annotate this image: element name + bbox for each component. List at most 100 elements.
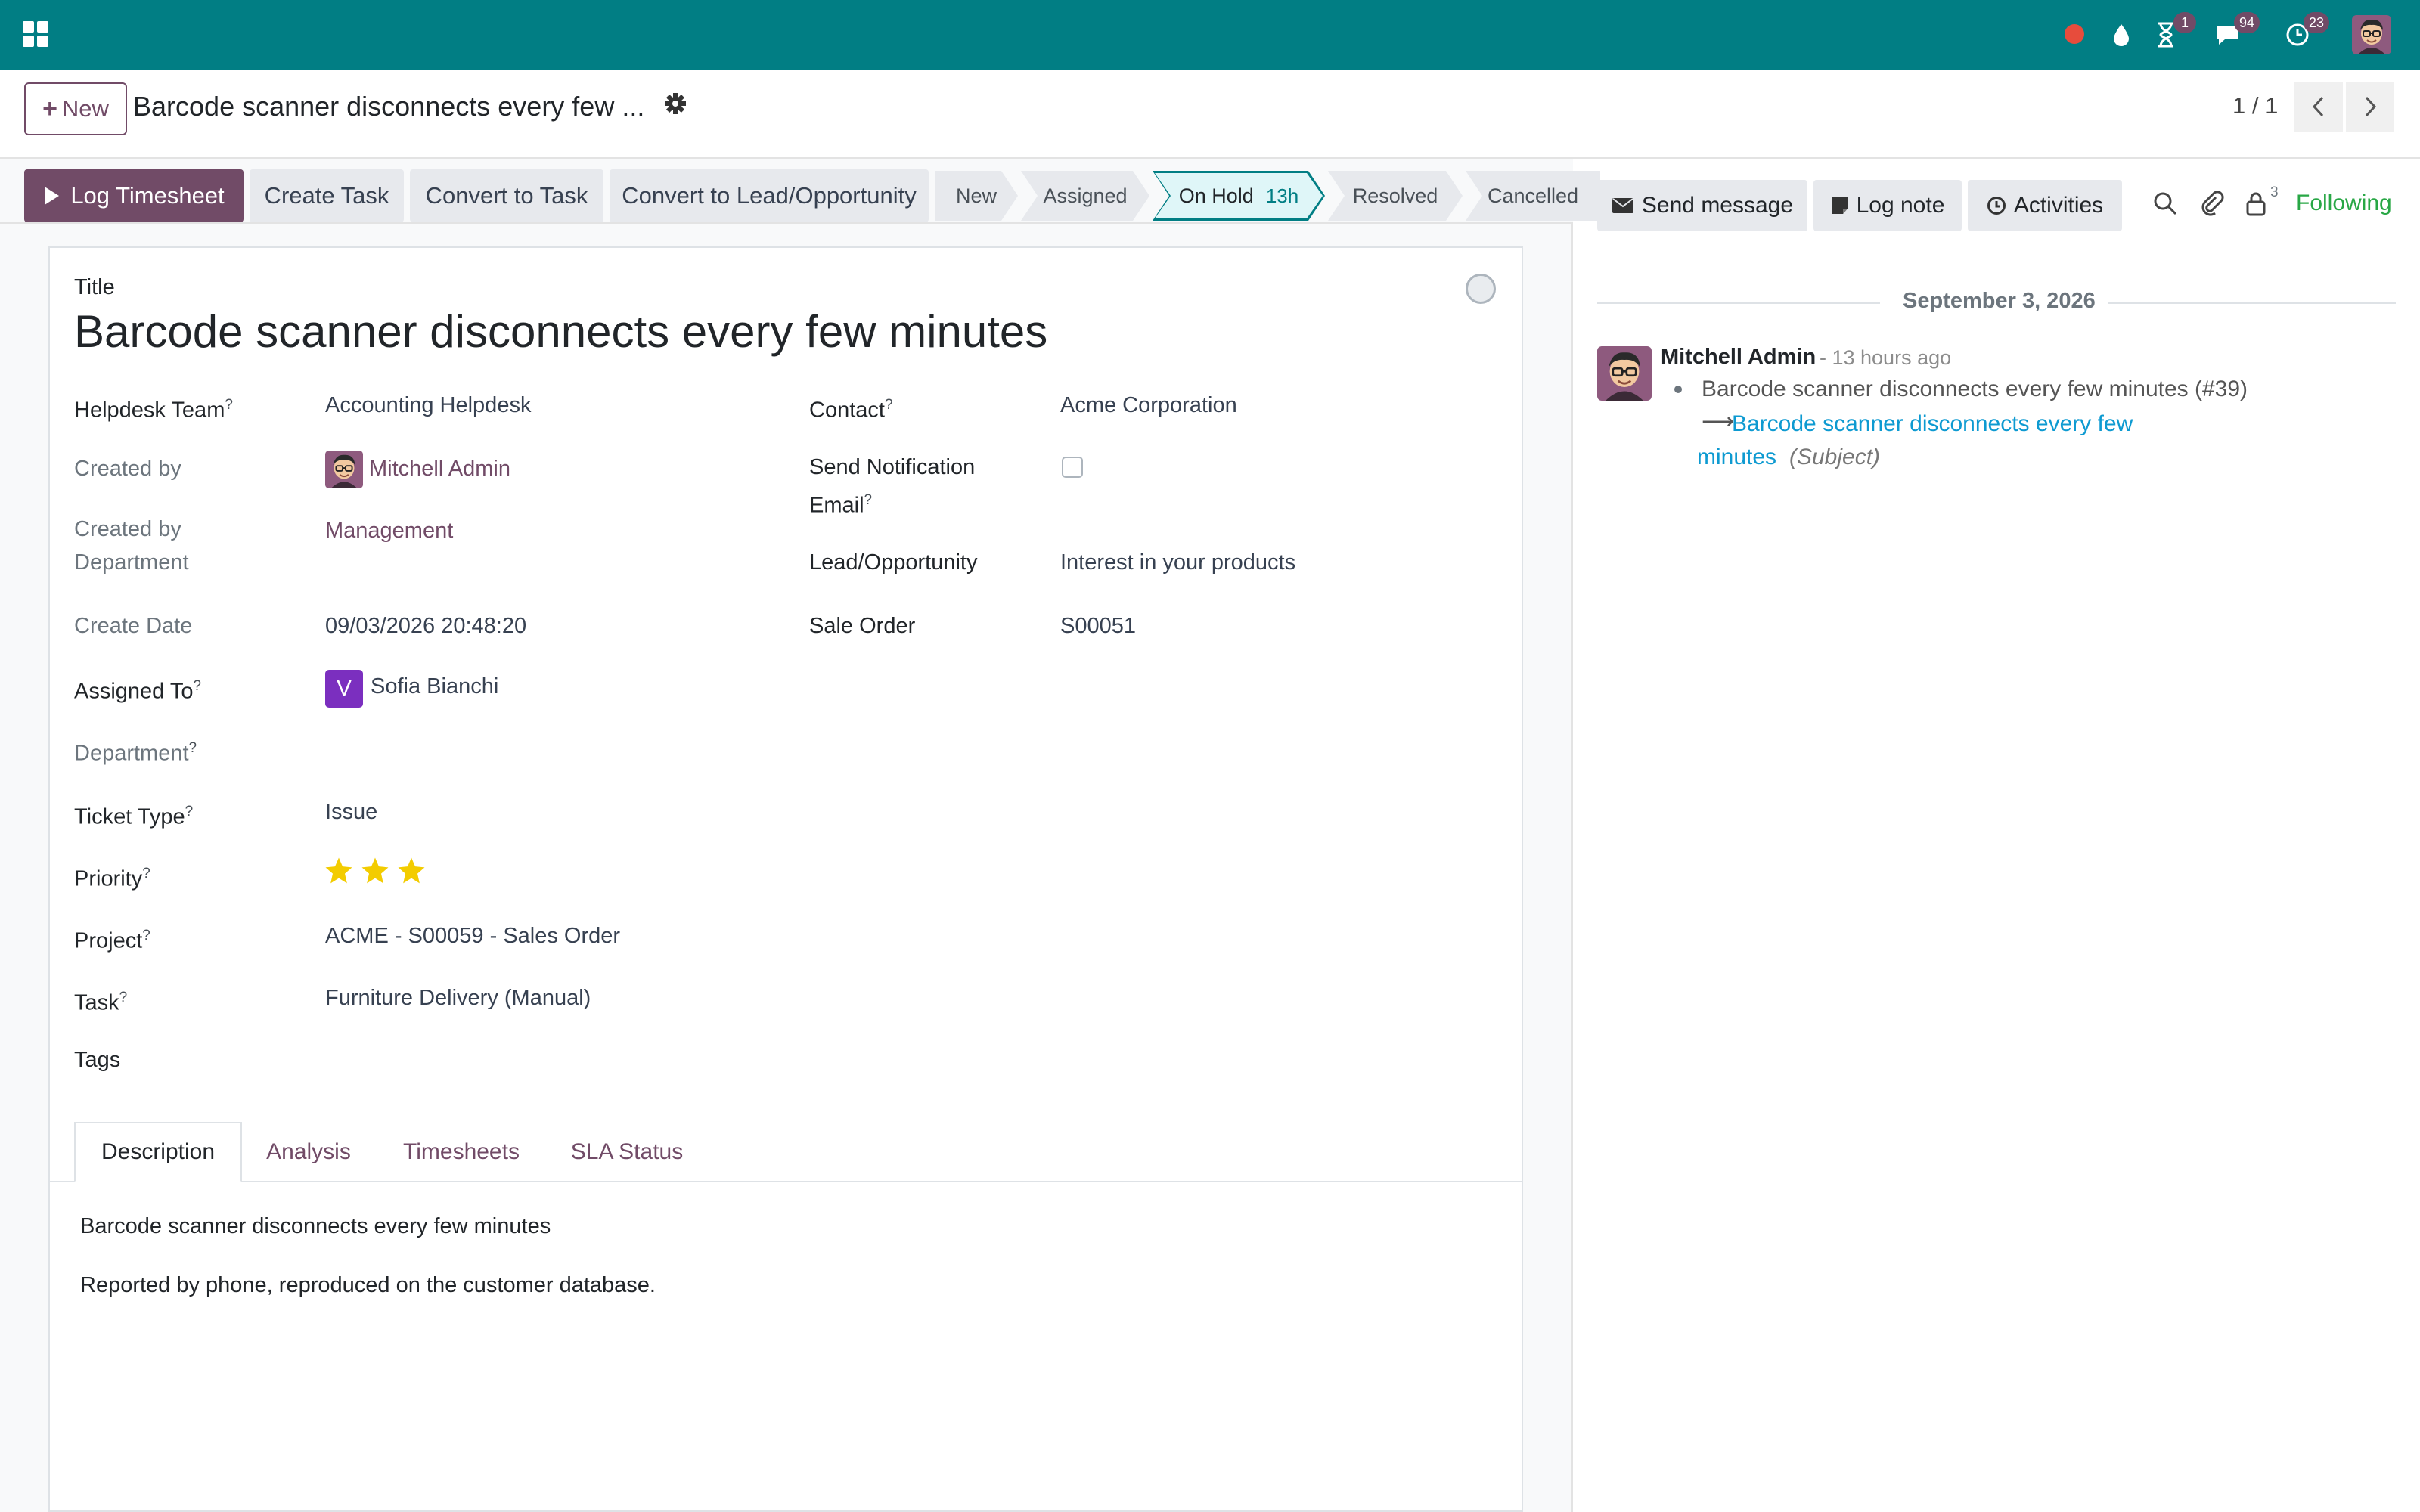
stage-resolved[interactable]: Resolved: [1328, 171, 1463, 221]
clock-badge: 23: [2303, 12, 2329, 33]
followers-count: 3: [2270, 184, 2279, 200]
status-bar: Log Timesheet Create Task Convert to Tas…: [0, 159, 1600, 224]
user-avatar[interactable]: [2352, 15, 2391, 54]
assigned-to-label: Assigned To?: [74, 678, 202, 704]
task-value[interactable]: Furniture Delivery (Manual): [325, 981, 591, 1015]
created-by-avatar: [325, 451, 363, 488]
record-icon[interactable]: [2065, 24, 2084, 44]
star-icon[interactable]: [396, 856, 427, 886]
envelope-icon: [1612, 198, 1634, 213]
new-button-label: New: [61, 95, 109, 122]
clock-icon[interactable]: 23: [2282, 12, 2329, 50]
lead-opportunity-label: Lead/Opportunity: [809, 550, 978, 575]
created-by-value[interactable]: Mitchell Admin: [369, 452, 510, 485]
stage-pipeline: New Assigned On Hold 13h Resolved Cancel…: [935, 171, 1603, 221]
description-line[interactable]: Reported by phone, reproduced on the cus…: [80, 1273, 656, 1298]
bullet: [1674, 386, 1682, 393]
project-label: Project?: [74, 928, 150, 953]
contact-value[interactable]: Acme Corporation: [1060, 389, 1237, 422]
assigned-to-avatar: V: [325, 670, 363, 708]
pager-value[interactable]: 1 / 1: [2232, 92, 2278, 119]
department-label: Department?: [74, 740, 197, 766]
stage-new[interactable]: New: [935, 171, 1018, 221]
create-date-value: 09/03/2026 20:48:20: [325, 614, 527, 638]
assigned-to-value[interactable]: Sofia Bianchi: [371, 670, 498, 703]
ticket-title[interactable]: Barcode scanner disconnects every few mi…: [74, 305, 1047, 358]
stage-on-hold[interactable]: On Hold 13h: [1153, 171, 1325, 221]
lead-opportunity-value[interactable]: Interest in your products: [1060, 546, 1295, 579]
description-line[interactable]: Barcode scanner disconnects every few mi…: [80, 1214, 551, 1239]
message-author[interactable]: Mitchell Admin: [1661, 345, 1816, 370]
following-button[interactable]: Following: [2296, 191, 2392, 216]
convert-to-lead-button[interactable]: Convert to Lead/Opportunity: [610, 169, 929, 222]
send-message-button[interactable]: Send message: [1597, 180, 1807, 231]
tags-label: Tags: [74, 1048, 121, 1072]
send-notification-label: Send Notification Email?: [809, 455, 976, 518]
hourglass-icon[interactable]: 1: [2152, 12, 2196, 50]
date-separator-line: [1597, 302, 1880, 304]
stage-duration: 13h: [1265, 184, 1299, 207]
ticket-type-label: Ticket Type?: [74, 804, 194, 829]
send-notification-checkbox[interactable]: [1062, 457, 1083, 478]
tab-sla-status[interactable]: SLA Status: [555, 1122, 699, 1182]
log-timesheet-button[interactable]: Log Timesheet: [24, 169, 244, 222]
breadcrumb-title: Barcode scanner disconnects every few ..…: [133, 91, 645, 122]
stage-on-hold-label: On Hold: [1178, 184, 1254, 207]
task-label: Task?: [74, 990, 128, 1015]
created-by-label: Created by: [74, 457, 182, 481]
created-by-department-value[interactable]: Management: [325, 514, 453, 547]
stage-assigned[interactable]: Assigned: [1021, 171, 1150, 221]
tab-description[interactable]: Description: [74, 1122, 242, 1182]
activities-label: Activities: [2013, 193, 2104, 218]
kanban-state-toggle[interactable]: [1466, 274, 1496, 304]
helpdesk-team-label: Helpdesk Team?: [74, 397, 233, 423]
paperclip-icon[interactable]: [2199, 191, 2226, 218]
grid-icon[interactable]: [23, 21, 48, 47]
create-task-button[interactable]: Create Task: [250, 169, 404, 222]
top-navbar: 1 94 23: [0, 0, 2420, 70]
star-icon[interactable]: [360, 856, 390, 886]
helpdesk-team-value[interactable]: Accounting Helpdesk: [325, 389, 531, 422]
activities-button[interactable]: Activities: [1968, 180, 2122, 231]
convert-to-task-button[interactable]: Convert to Task: [410, 169, 603, 222]
tracking-field-name: (Subject): [1789, 445, 1881, 469]
tracking-new-value: minutes: [1697, 445, 1777, 469]
contact-label: Contact?: [809, 397, 893, 423]
log-note-button[interactable]: Log note: [1813, 180, 1962, 231]
chat-icon[interactable]: 94: [2213, 12, 2260, 50]
title-label: Title: [74, 275, 115, 299]
chevron-left-icon[interactable]: [2294, 82, 2343, 132]
create-date-label: Create Date: [74, 614, 193, 638]
star-icon[interactable]: [324, 856, 354, 886]
send-message-label: Send message: [1641, 193, 1794, 218]
control-panel: + New Barcode scanner disconnects every …: [0, 70, 2420, 159]
play-icon: [45, 187, 60, 205]
lock-icon[interactable]: [2245, 191, 2272, 218]
form-sheet: [48, 246, 1523, 1512]
arrow-right-icon: ⟶: [1702, 409, 1735, 434]
drop-icon[interactable]: [2108, 20, 2135, 50]
stage-cancelled[interactable]: Cancelled: [1466, 171, 1600, 221]
tracking-new-value: Barcode scanner disconnects every few: [1732, 411, 2133, 436]
sale-order-label: Sale Order: [809, 614, 916, 638]
search-icon[interactable]: [2152, 191, 2180, 218]
date-separator: September 3, 2026: [1903, 289, 2096, 313]
log-timesheet-label: Log Timesheet: [70, 182, 225, 209]
plus-icon: +: [42, 94, 57, 123]
log-note-label: Log note: [1856, 193, 1945, 218]
tracking-old-value: Barcode scanner disconnects every few mi…: [1702, 376, 2248, 401]
priority-stars[interactable]: [324, 856, 427, 886]
chevron-right-icon[interactable]: [2346, 82, 2394, 132]
note-icon: [1832, 197, 1848, 214]
ticket-type-value[interactable]: Issue: [325, 795, 377, 829]
gear-icon[interactable]: [664, 92, 690, 118]
message-author-avatar[interactable]: [1597, 346, 1652, 401]
project-value[interactable]: ACME - S00059 - Sales Order: [325, 919, 620, 953]
created-by-department-label: Created by Department: [74, 517, 189, 575]
new-button[interactable]: + New: [24, 82, 127, 135]
tab-analysis[interactable]: Analysis: [250, 1122, 368, 1182]
tab-timesheets[interactable]: Timesheets: [378, 1122, 544, 1182]
messages-badge: 94: [2233, 12, 2260, 33]
sale-order-value[interactable]: S00051: [1060, 609, 1136, 643]
activities-badge: 1: [2173, 12, 2196, 33]
